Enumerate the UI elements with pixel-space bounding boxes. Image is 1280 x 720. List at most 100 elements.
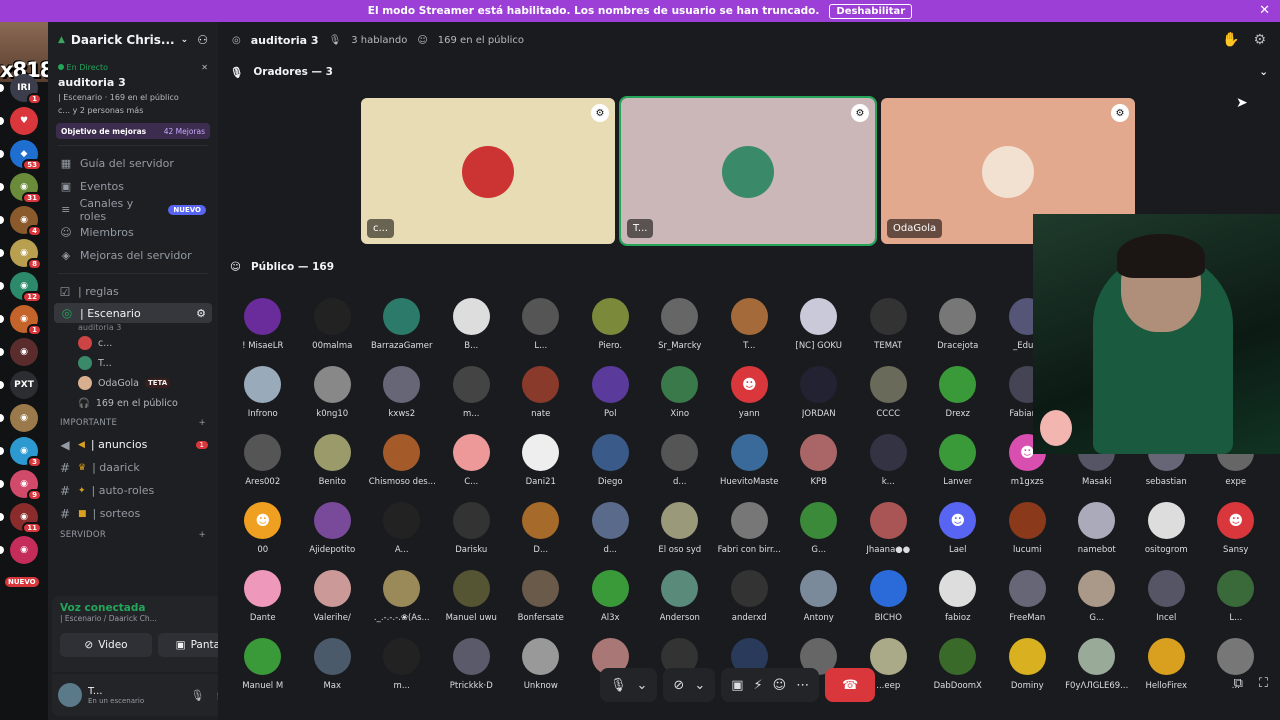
channel-item[interactable]: ◀ ◀ | anuncios 1 — [48, 433, 218, 456]
nav-item[interactable]: ▣ Eventos — [48, 175, 218, 198]
raise-hand-icon[interactable]: ✋ — [1222, 32, 1239, 48]
audience-member[interactable]: fabioz — [923, 566, 993, 633]
fullscreen-icon[interactable]: ⛶ — [1259, 676, 1268, 691]
audience-member[interactable]: Sr_Marcky — [645, 294, 715, 361]
live-stage-card[interactable]: En Directo ✕ auditoria 3 | Escenario · 1… — [54, 59, 212, 119]
audience-member[interactable]: HelloFirex — [1132, 634, 1202, 701]
speakers-header[interactable]: 🎙 Oradores — 3 ⌄ — [218, 58, 1280, 86]
audience-member[interactable]: Benito — [298, 430, 368, 497]
audience-member[interactable]: Manuel M — [228, 634, 298, 701]
audience-member[interactable]: nate — [506, 362, 576, 429]
server-icon[interactable]: ◉ 31 — [10, 173, 42, 204]
plus-icon[interactable]: + — [199, 418, 206, 428]
audience-member[interactable]: ☻ Sansy — [1201, 498, 1271, 565]
audience-member[interactable]: T... — [715, 294, 785, 361]
stage-member[interactable]: OdaGola TETA — [48, 373, 218, 393]
channel-escenario[interactable]: ◎ | Escenario ⚙ — [54, 303, 212, 323]
audience-member[interactable]: BarrazaGamer — [367, 294, 437, 361]
speaker-tile[interactable]: T... ⚙ — [619, 96, 877, 246]
audience-member[interactable]: d... — [645, 430, 715, 497]
audience-member[interactable]: Piero. — [576, 294, 646, 361]
server-icon[interactable]: ♥ — [10, 107, 38, 135]
server-header[interactable]: ▲ Daarick Chris... ⌄ ⚇ — [48, 22, 218, 57]
nav-item[interactable]: ◈ Mejoras del servidor — [48, 244, 218, 267]
close-icon[interactable]: ✕ — [201, 63, 208, 72]
mic-control[interactable]: 🎙 ⌄ — [600, 668, 658, 702]
audience-member[interactable]: Drexz — [923, 362, 993, 429]
audience-member[interactable]: CCCC — [854, 362, 924, 429]
close-icon[interactable]: ✕ — [1259, 3, 1270, 18]
audience-member[interactable]: Dracejota — [923, 294, 993, 361]
server-icon[interactable]: ◆ 53 — [10, 140, 42, 171]
audience-member[interactable]: Al3x — [576, 566, 646, 633]
audience-member[interactable]: Bonfersate — [506, 566, 576, 633]
audience-member[interactable]: G... — [1062, 566, 1132, 633]
audience-member[interactable]: C... — [437, 430, 507, 497]
server-icon[interactable]: ◉ 1 — [10, 305, 42, 336]
audience-member[interactable]: Infrono — [228, 362, 298, 429]
audience-member[interactable]: Antony — [784, 566, 854, 633]
audience-member[interactable]: Ares002 — [228, 430, 298, 497]
audience-member[interactable]: m... — [437, 362, 507, 429]
nav-item[interactable]: ▦ Guía del servidor — [48, 152, 218, 175]
disconnect-button[interactable]: ☎ — [825, 668, 876, 702]
audience-member[interactable]: TEMAT — [854, 294, 924, 361]
speaker-tile[interactable]: c... ⚙ — [361, 98, 615, 244]
audience-member[interactable]: Pol — [576, 362, 646, 429]
gear-icon[interactable]: ⚙ — [196, 307, 206, 320]
audience-member[interactable]: Dani21 — [506, 430, 576, 497]
nav-item[interactable]: ☺ Miembros — [48, 221, 218, 244]
server-icon[interactable]: ◉ — [10, 404, 38, 432]
audience-member[interactable]: L... — [506, 294, 576, 361]
channel-reglas[interactable]: ☑ | reglas — [48, 280, 218, 303]
audience-member[interactable]: ositogrom — [1132, 498, 1202, 565]
add-member-icon[interactable]: ⚇ — [197, 33, 208, 47]
audience-member[interactable]: m... — [367, 634, 437, 701]
audience-member[interactable]: D... — [506, 498, 576, 565]
audience-member[interactable]: B... — [437, 294, 507, 361]
audience-member[interactable]: Manuel uwu — [437, 566, 507, 633]
public-count[interactable]: 🎧 169 en el público — [48, 393, 218, 413]
audience-member[interactable]: Valerihe/ — [298, 566, 368, 633]
audience-member[interactable]: Incel — [1132, 566, 1202, 633]
audience-member[interactable]: Ptrickkk·D — [437, 634, 507, 701]
audience-member[interactable]: anderxd — [715, 566, 785, 633]
audience-member[interactable]: Anderson — [645, 566, 715, 633]
audience-member[interactable]: k0ng10 — [298, 362, 368, 429]
category-servidor[interactable]: SERVIDOR + — [48, 525, 218, 545]
audience-member[interactable]: Dominy — [993, 634, 1063, 701]
options-icon[interactable]: ⚙ — [591, 104, 609, 122]
audience-member[interactable]: ☻ yann — [715, 362, 785, 429]
plus-icon[interactable]: + — [199, 530, 206, 540]
audience-member[interactable]: DabDoomX — [923, 634, 993, 701]
audience-member[interactable]: kxws2 — [367, 362, 437, 429]
server-icon[interactable]: ◉ 12 — [10, 272, 42, 303]
audience-member[interactable]: 00malma — [298, 294, 368, 361]
audience-member[interactable]: d... — [576, 498, 646, 565]
channel-item[interactable]: # ✦ | auto-roles — [48, 479, 218, 502]
audience-member[interactable]: Fabri con birr... — [715, 498, 785, 565]
category-importante[interactable]: IMPORTANTE + — [48, 413, 218, 433]
server-icon[interactable]: PXT — [10, 371, 38, 399]
audience-member[interactable]: Dante — [228, 566, 298, 633]
options-icon[interactable]: ⚙ — [1111, 104, 1129, 122]
audience-member[interactable]: F0yΛЛGLE69... — [1062, 634, 1132, 701]
channel-item[interactable]: # ■ | sorteos — [48, 502, 218, 525]
server-icon[interactable]: ◉ — [10, 536, 38, 564]
audience-member[interactable]: Xino — [645, 362, 715, 429]
server-icon[interactable]: ◉ 8 — [10, 239, 42, 270]
audience-member[interactable]: lucumi — [993, 498, 1063, 565]
audience-member[interactable]: ._.-.-.-.❀(As... — [367, 566, 437, 633]
stage-member[interactable]: c... — [48, 333, 218, 353]
audience-member[interactable]: Diego — [576, 430, 646, 497]
server-icon[interactable]: ◉ 3 — [10, 437, 42, 468]
chevron-down-icon[interactable]: ⌄ — [1259, 66, 1268, 78]
audience-member[interactable]: Ajidepotito — [298, 498, 368, 565]
channel-item[interactable]: # ♛ | daarick — [48, 456, 218, 479]
video-button[interactable]: ⊘ Video — [60, 633, 152, 657]
audience-member[interactable]: BICHO — [854, 566, 924, 633]
server-icon[interactable]: ◉ — [10, 338, 38, 366]
audience-member[interactable]: Unknow — [506, 634, 576, 701]
audience-member[interactable]: FreeMan — [993, 566, 1063, 633]
camera-control[interactable]: ⊘ ⌄ — [663, 668, 716, 702]
